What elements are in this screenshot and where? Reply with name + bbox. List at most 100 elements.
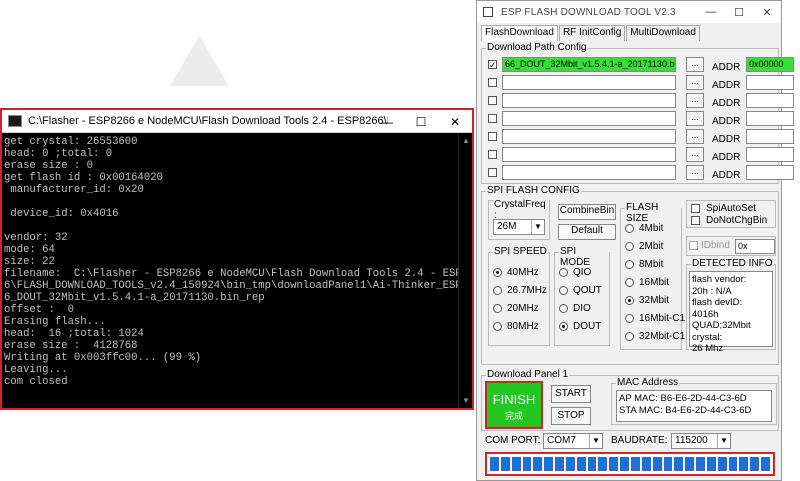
download-panel-label: Download Panel 1 — [486, 369, 570, 380]
chevron-down-icon: ▼ — [589, 434, 602, 448]
addr-input[interactable] — [746, 111, 794, 126]
console-window: C:\Flasher - ESP8266 e NodeMCU\Flash Dow… — [0, 108, 474, 410]
progress-segment — [576, 457, 586, 471]
browse-button[interactable]: ... — [686, 129, 704, 144]
scroll-up-icon[interactable]: ▲ — [461, 136, 471, 146]
radio-icon — [559, 322, 568, 331]
donotchgbin-checkbox[interactable]: DoNotChgBin — [691, 215, 767, 226]
spi-mode-option[interactable]: DIO — [559, 303, 591, 314]
combinebin-button[interactable]: CombineBin — [558, 204, 616, 220]
path-input[interactable] — [502, 165, 676, 180]
browse-button[interactable]: ... — [686, 93, 704, 108]
mac-address-label: MAC Address — [616, 377, 680, 388]
flash-size-option[interactable]: 4Mbit — [625, 223, 663, 234]
download-path-row: ... ADDR — [488, 147, 794, 163]
idbind-input[interactable]: 0x — [735, 239, 775, 254]
tool-minimize-button[interactable]: — — [697, 1, 725, 23]
autoset-group: SpiAutoSet DoNotChgBin — [686, 200, 776, 228]
spi-speed-option[interactable]: 40MHz — [493, 267, 539, 278]
flash-size-option[interactable]: 16Mbit-C1 — [625, 313, 685, 324]
stop-button[interactable]: STOP — [551, 407, 591, 425]
browse-button[interactable]: ... — [686, 75, 704, 90]
spiautoset-checkbox[interactable]: SpiAutoSet — [691, 203, 756, 214]
download-path-row: ... ADDR — [488, 75, 794, 91]
spi-mode-option[interactable]: QIO — [559, 267, 591, 278]
spi-mode-option[interactable]: QOUT — [559, 285, 602, 296]
checkbox-icon — [691, 204, 700, 213]
addr-input[interactable] — [746, 93, 794, 108]
tool-maximize-button[interactable]: ☐ — [725, 1, 753, 23]
flash-size-option-label: 32Mbit — [639, 295, 670, 306]
console-line: head: 16 ;total: 1024 — [4, 328, 144, 340]
path-enable-checkbox[interactable]: ✓ — [488, 60, 497, 70]
spi-mode-option-label: DIO — [573, 303, 591, 314]
flash-size-option-label: 16Mbit — [639, 277, 670, 288]
browse-button[interactable]: ... — [686, 57, 704, 72]
spi-speed-option[interactable]: 20MHz — [493, 303, 539, 314]
minimize-button[interactable]: — — [370, 110, 404, 133]
flash-size-option[interactable]: 2Mbit — [625, 241, 663, 252]
close-button[interactable]: ✕ — [438, 110, 472, 133]
path-input[interactable] — [502, 75, 676, 90]
addr-input[interactable] — [746, 129, 794, 144]
path-enable-checkbox[interactable] — [488, 150, 497, 159]
path-input[interactable] — [502, 111, 676, 126]
path-input[interactable]: 66_DOUT_32Mbit_v1.5.4.1-a_20171130.bin — [502, 57, 676, 72]
idbind-checkbox[interactable]: IDbind — [689, 240, 730, 251]
tool-close-button[interactable]: ✕ — [753, 1, 781, 23]
path-enable-checkbox[interactable] — [488, 132, 497, 141]
detected-info-line: flash devID: — [692, 297, 743, 308]
spi-mode-option-label: QOUT — [573, 285, 602, 296]
progress-segment — [761, 457, 770, 471]
path-enable-checkbox[interactable] — [488, 78, 497, 87]
radio-icon — [625, 278, 634, 287]
tab-multidownload[interactable]: MultiDownload — [626, 25, 700, 41]
spi-speed-option[interactable]: 26.7MHz — [493, 285, 547, 296]
scroll-down-icon[interactable]: ▼ — [461, 396, 471, 406]
maximize-button[interactable]: ☐ — [404, 110, 438, 133]
browse-button[interactable]: ... — [686, 165, 704, 180]
spi-mode-option[interactable]: DOUT — [559, 321, 601, 332]
spi-speed-option-label: 40MHz — [507, 267, 539, 278]
addr-input[interactable] — [746, 147, 794, 162]
flash-size-group: FLASH SIZE 4Mbit 2Mbit 8Mbit 16Mbit 32Mbit 16… — [620, 202, 685, 350]
mac-address-box: AP MAC: B6-E6-2D-44-C3-6D STA MAC: B4-E6… — [616, 390, 772, 422]
tool-app-icon — [483, 7, 493, 17]
path-input[interactable] — [502, 147, 676, 162]
console-line: Erasing flash... — [4, 316, 106, 328]
default-button[interactable]: Default — [558, 224, 616, 240]
flash-size-option[interactable]: 32Mbit — [625, 295, 669, 306]
addr-input[interactable]: 0x00000 — [746, 57, 794, 72]
flash-size-option[interactable]: 8Mbit — [625, 259, 663, 270]
com-port-label: COM PORT: — [485, 435, 541, 446]
chevron-down-icon: ▼ — [531, 220, 544, 234]
path-enable-checkbox[interactable] — [488, 96, 497, 105]
flash-size-option[interactable]: 16Mbit — [625, 277, 669, 288]
console-scrollbar[interactable]: ▲ ▼ — [458, 134, 472, 408]
com-port-select[interactable]: COM7 ▼ — [543, 433, 603, 449]
addr-input[interactable] — [746, 165, 794, 180]
spi-speed-option[interactable]: 80MHz — [493, 321, 539, 332]
progress-segment — [652, 457, 662, 471]
flash-size-option-label: 8Mbit — [639, 259, 664, 270]
progress-segment — [522, 457, 532, 471]
baudrate-select[interactable]: 115200 ▼ — [671, 433, 731, 449]
tab-rf-initconfig[interactable]: RF InitConfig — [558, 25, 626, 41]
browse-button[interactable]: ... — [686, 111, 704, 126]
console-line: offset : 0 — [4, 304, 74, 316]
path-input[interactable] — [502, 93, 676, 108]
crystal-select[interactable]: 26M ▼ — [493, 219, 545, 235]
path-enable-checkbox[interactable] — [488, 168, 497, 177]
tab-flashdownload[interactable]: FlashDownload — [481, 25, 558, 41]
console-line: com closed — [4, 376, 68, 388]
download-path-row: ... ADDR — [488, 129, 794, 145]
finish-status: FINISH 完成 — [485, 381, 543, 429]
radio-icon — [625, 224, 634, 233]
flash-size-option[interactable]: 32Mbit-C1 — [625, 331, 685, 342]
start-button[interactable]: START — [551, 385, 591, 403]
path-input[interactable] — [502, 129, 676, 144]
path-enable-checkbox[interactable] — [488, 114, 497, 123]
browse-button[interactable]: ... — [686, 147, 704, 162]
addr-input[interactable] — [746, 75, 794, 90]
detected-info-box: flash vendor: 20h : N/A flash devID: 4016h Q… — [689, 271, 773, 354]
